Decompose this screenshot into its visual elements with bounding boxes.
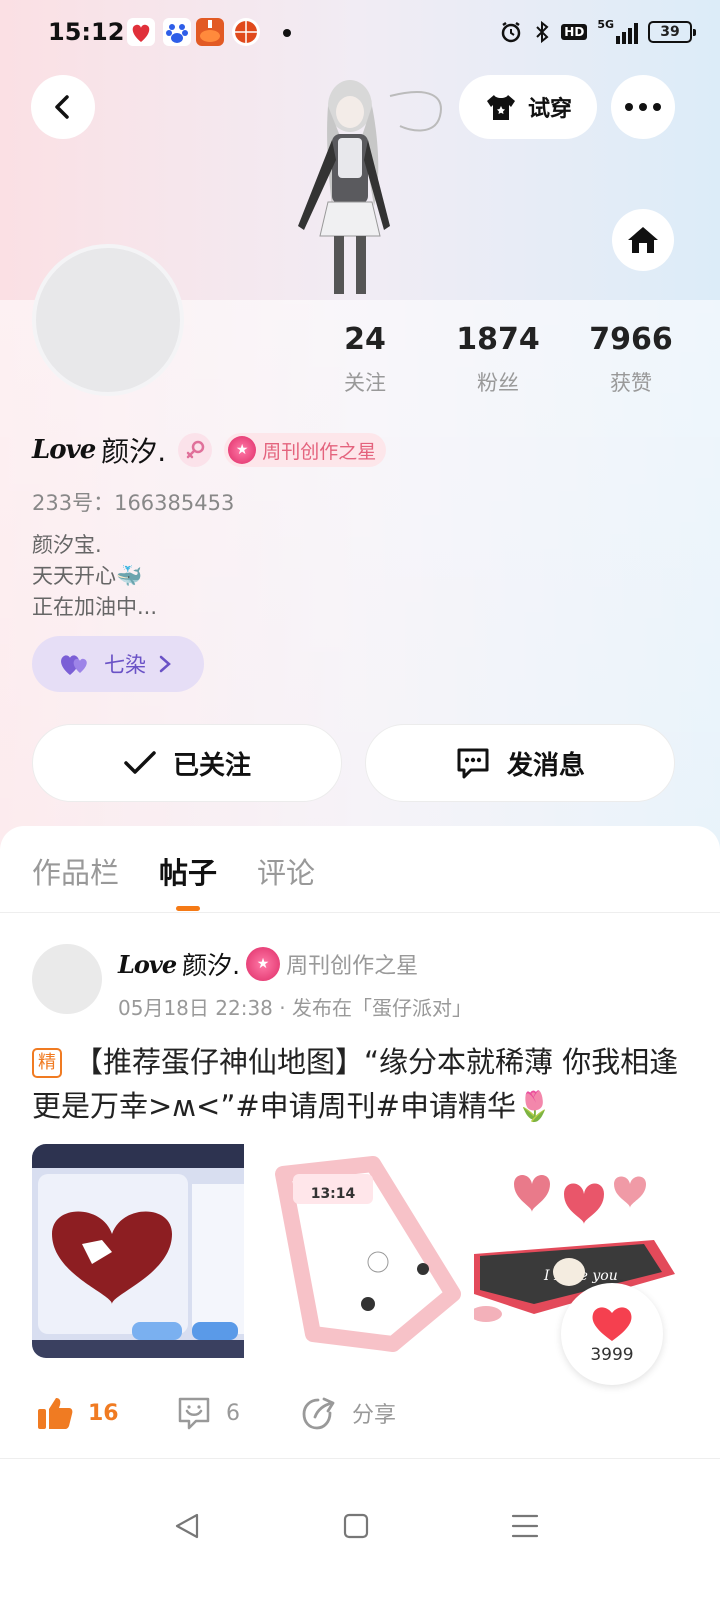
floating-like-count: 3999: [590, 1345, 634, 1365]
weekly-star-label: 周刊创作之星: [262, 440, 377, 463]
bluetooth-icon: [536, 20, 549, 44]
post-image-2[interactable]: 13:14: [253, 1144, 465, 1358]
message-bubble-icon: [457, 748, 489, 779]
try-on-label: 试穿: [527, 97, 572, 122]
tab-divider: [0, 912, 720, 913]
post-author-avatar[interactable]: [32, 944, 102, 1014]
checkmark-icon: [124, 751, 156, 774]
nav-home-button[interactable]: [336, 1506, 376, 1546]
followed-label: 已关注: [172, 750, 251, 781]
name-prefix: Love: [32, 435, 96, 465]
like-count: 16: [88, 1400, 119, 1426]
back-arrow-icon: [55, 95, 69, 119]
comment-button[interactable]: 6: [176, 1393, 240, 1433]
red-heart-icon: [592, 1307, 632, 1341]
tab-comments[interactable]: 评论: [257, 850, 315, 892]
user-avatar[interactable]: [32, 244, 184, 396]
post-content[interactable]: 精【推荐蛋仔神仙地图】“缘分本就稀薄 你我相逢更是万幸>ʍ<”#申请周刊#申请精…: [32, 1040, 692, 1128]
profile-bio: 颜汐宝. 天天开心🐳 正在加油中...: [32, 530, 157, 623]
post-author-row[interactable]: Love 颜汐. ★ 周刊创作之星: [118, 946, 418, 982]
more-notifications-dot: [283, 29, 291, 37]
comment-count: 6: [226, 1400, 240, 1426]
essence-tag: 精: [32, 1048, 62, 1078]
signal-icon: 5G: [597, 19, 638, 44]
group-tag-label: 七染: [104, 653, 146, 677]
tshirt-icon: [486, 95, 515, 120]
stat-following[interactable]: 24 关注: [305, 322, 425, 397]
home-icon: [628, 227, 658, 253]
post-author-prefix: Love: [118, 949, 177, 979]
following-count: 24: [344, 322, 386, 357]
baidu-notification-icon: [163, 18, 191, 46]
post-author-badge: 周刊创作之星: [286, 954, 419, 979]
nav-menu-button[interactable]: [505, 1506, 545, 1546]
post-author-name: 颜汐.: [182, 951, 241, 980]
send-message-button[interactable]: 发消息: [365, 724, 675, 802]
post-divider: [0, 1458, 720, 1459]
alarm-icon: [502, 21, 521, 43]
active-tab-indicator: [176, 906, 200, 911]
double-heart-icon: [61, 655, 87, 675]
creator-star-icon: ★: [228, 436, 257, 464]
thumbs-up-icon: [38, 1398, 73, 1429]
profile-name-row: Love 颜汐. ★ 周刊创作之星: [32, 432, 387, 468]
weekly-star-badge[interactable]: ★ 周刊创作之星: [224, 433, 387, 467]
home-button[interactable]: [612, 209, 674, 271]
back-button[interactable]: [31, 75, 95, 139]
nav-back-button[interactable]: [167, 1506, 207, 1546]
followers-count: 1874: [456, 322, 540, 357]
nav-home-icon: [343, 1513, 369, 1539]
post-body: 【推荐蛋仔神仙地图】“缘分本就稀薄 你我相逢更是万幸>ʍ<”#申请周刊#申请精华…: [32, 1045, 679, 1123]
bio-line: 天天开心🐳: [32, 564, 143, 588]
tab-works[interactable]: 作品栏: [32, 850, 119, 892]
stat-likes[interactable]: 7966 获赞: [571, 322, 691, 397]
bio-line: 正在加油中...: [32, 595, 158, 619]
status-bar: 15:12 HD 5G 39: [0, 0, 720, 64]
post-image-1[interactable]: [32, 1144, 244, 1358]
game-notification-icon: [196, 18, 224, 46]
creator-star-icon: ★: [246, 947, 281, 981]
likes-label: 获赞: [610, 371, 652, 395]
following-label: 关注: [344, 371, 386, 395]
thumb-time-text: 13:14: [311, 1186, 356, 1202]
comment-icon: [178, 1397, 210, 1430]
status-indicators: HD 5G 39: [499, 18, 696, 46]
share-label: 分享: [352, 1403, 397, 1428]
share-icon: [302, 1397, 335, 1430]
chevron-right-icon: [159, 655, 171, 673]
bio-line: 颜汐宝.: [32, 533, 102, 557]
battery-indicator: 39: [648, 21, 696, 43]
group-tag-button[interactable]: 七染: [32, 636, 204, 692]
profile-nickname: 颜汐.: [101, 435, 167, 468]
avatar-figure-image: [270, 76, 460, 296]
post-meta: 05月18日 22:38 · 发布在「蛋仔派对」: [118, 996, 472, 1020]
stat-followers[interactable]: 1874 粉丝: [438, 322, 558, 397]
floating-like-button[interactable]: 3999: [561, 1283, 663, 1385]
status-time: 15:12: [48, 18, 125, 46]
hd-badge: HD: [561, 24, 588, 40]
nav-back-icon: [175, 1513, 199, 1539]
user-id[interactable]: 233号：166385453: [32, 487, 234, 517]
followers-label: 粉丝: [477, 371, 519, 395]
followed-button[interactable]: 已关注: [32, 724, 342, 802]
notification-app-icon: [127, 18, 155, 46]
more-dots-icon: [625, 103, 661, 111]
share-button[interactable]: 分享: [300, 1393, 396, 1433]
nav-menu-icon: [511, 1514, 539, 1538]
like-button[interactable]: 16: [36, 1393, 119, 1433]
more-options-button[interactable]: [611, 75, 675, 139]
female-gender-icon: [178, 433, 213, 467]
send-message-label: 发消息: [506, 750, 585, 781]
likes-count: 7966: [589, 322, 673, 357]
basketball-notification-icon: [232, 18, 260, 46]
tab-posts[interactable]: 帖子: [159, 850, 217, 892]
try-on-button[interactable]: 试穿: [459, 75, 597, 139]
